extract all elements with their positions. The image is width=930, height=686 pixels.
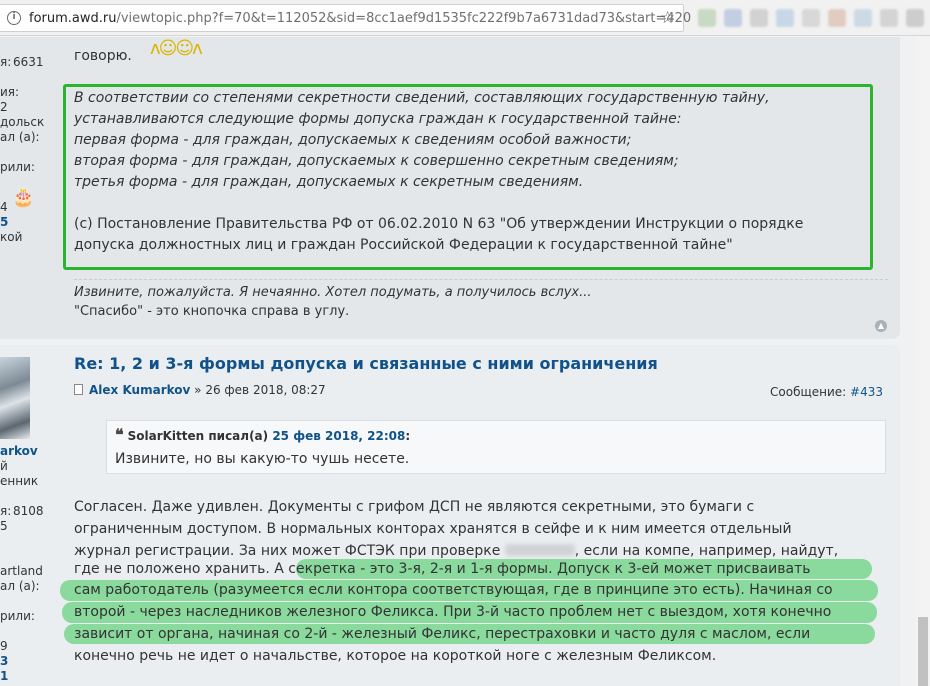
profile-rank: енник bbox=[0, 474, 39, 488]
profile-field: рили: bbox=[0, 609, 35, 623]
source-line: допуска должностных лиц и граждан Россий… bbox=[74, 237, 733, 253]
browser-toolbar: i forum.awd.ru/viewtopic.php?f=70&t=1120… bbox=[0, 0, 930, 36]
extension-icon[interactable] bbox=[854, 9, 872, 27]
post-body-line: ограниченным доступом. В нормальных конт… bbox=[74, 521, 792, 537]
quote-line: третья форма - для граждан, допускаемых … bbox=[74, 174, 584, 190]
profile-field: 2 bbox=[0, 100, 8, 114]
post-body-line: второй - через наследников железного Фел… bbox=[74, 604, 832, 620]
signature-divider bbox=[74, 279, 888, 280]
signature-line: Извините, пожалуйста. Я нечаянно. Хотел … bbox=[74, 285, 592, 300]
quote-line: первая форма - для граждан, допускаемых … bbox=[74, 132, 632, 148]
profile-posts-value: 8108 bbox=[13, 504, 44, 518]
profile-posts-label: я: bbox=[0, 504, 12, 518]
back-to-top-icon[interactable]: ▲ bbox=[875, 320, 887, 332]
post-body-line: где не положено хранить. А секретка - эт… bbox=[74, 561, 811, 577]
quote-header: ❝ SolarKitten писал(а) 25 фев 2018, 22:08… bbox=[115, 427, 410, 444]
profile-link[interactable]: 1 bbox=[0, 669, 8, 684]
message-number: Сообщение: #433 bbox=[770, 385, 883, 400]
forum-page: я: 6631 ия: 2 дольск ал (а): рили: 4 🎂 5… bbox=[0, 37, 930, 686]
url-text[interactable]: forum.awd.ru/viewtopic.php?f=70&t=112052… bbox=[29, 11, 691, 27]
profile-field: рили: bbox=[0, 160, 35, 174]
profile-field: artland bbox=[0, 564, 43, 578]
scrollbar-thumb[interactable] bbox=[918, 617, 928, 686]
extension-icon[interactable] bbox=[828, 9, 846, 27]
profile-username[interactable]: arkov bbox=[0, 444, 38, 459]
post-title[interactable]: Re: 1, 2 и 3-я формы допуска и связанные… bbox=[74, 354, 658, 374]
post-author[interactable]: Alex Kumarkov bbox=[89, 383, 190, 397]
post-body-line: сам работодатель (разумеется если контор… bbox=[74, 582, 833, 598]
extension-icon[interactable] bbox=[802, 9, 820, 27]
profile-field: кой bbox=[0, 230, 23, 244]
quote-line: устанавливаются следующие формы допуска … bbox=[74, 111, 682, 127]
message-label: Сообщение: bbox=[770, 385, 847, 399]
profile-link[interactable]: 5 bbox=[0, 215, 8, 230]
message-number-link[interactable]: #433 bbox=[850, 385, 883, 399]
avatar[interactable] bbox=[0, 357, 30, 439]
quote-colon: : bbox=[405, 429, 411, 443]
profile-rank: й bbox=[0, 459, 8, 473]
post-body-line: конечно речь не идет о начальстве, котор… bbox=[74, 648, 717, 664]
redacted-word bbox=[504, 544, 575, 556]
profile-field: 4 bbox=[0, 200, 8, 214]
profile-link[interactable]: 3 bbox=[0, 654, 8, 669]
page-scrollbar[interactable] bbox=[916, 37, 930, 686]
birthday-cake-icon: 🎂 bbox=[12, 187, 35, 208]
quote-author: SolarKitten писал(а) bbox=[127, 429, 269, 443]
post-previous: я: 6631 ия: 2 дольск ал (а): рили: 4 🎂 5… bbox=[0, 37, 900, 339]
quote-date-link[interactable]: 25 фев 2018, 22:08 bbox=[272, 429, 405, 443]
quote-text: Извините, но вы какую-то чушь несете. bbox=[115, 451, 410, 467]
quote-line: В соответствии со степенями секретности … bbox=[74, 90, 770, 106]
profile-field: ал (а): bbox=[0, 579, 40, 593]
profile-field: дольск bbox=[0, 115, 45, 129]
quote-mark-icon: ❝ bbox=[115, 425, 124, 444]
quote-line: вторая форма - для граждан, допускаемых … bbox=[74, 153, 679, 169]
post-meta: Alex Kumarkov » 26 фев 2018, 08:27 bbox=[74, 383, 326, 398]
profile-posts-label: я: bbox=[0, 55, 12, 69]
address-bar[interactable]: i forum.awd.ru/viewtopic.php?f=70&t=1120… bbox=[0, 4, 691, 32]
signature-line: "Спасибо" - это кнопочка справа в углу. bbox=[74, 304, 350, 319]
quote-block: ❝ SolarKitten писал(а) 25 фев 2018, 22:08… bbox=[106, 420, 886, 474]
bookmark-star-icon[interactable]: ☆ bbox=[660, 9, 675, 27]
profile-field: 9 bbox=[0, 639, 8, 653]
extension-icon[interactable] bbox=[750, 9, 768, 27]
profile-field: ал (а): bbox=[0, 130, 40, 144]
post-body-line: зависит от органа, начиная со 2-й - желе… bbox=[74, 626, 811, 642]
post-body-line: Согласен. Даже удивлен. Документы с гриф… bbox=[74, 499, 755, 515]
post-date: » 26 фев 2018, 08:27 bbox=[194, 383, 326, 397]
info-icon[interactable]: i bbox=[7, 11, 21, 25]
profile-posts-value: 6631 bbox=[13, 55, 44, 69]
extension-icon[interactable] bbox=[906, 9, 924, 27]
extension-icon[interactable] bbox=[776, 9, 794, 27]
profile-field: ия: bbox=[0, 85, 20, 99]
smiley-icon: ʌ☺☺ʌ bbox=[150, 38, 203, 59]
post-icon[interactable] bbox=[74, 384, 83, 395]
post-intro-text: говорю. bbox=[74, 48, 132, 64]
profile-field: 5 bbox=[0, 519, 8, 533]
extension-icon[interactable] bbox=[880, 9, 898, 27]
extension-icon[interactable] bbox=[698, 9, 716, 27]
extension-icon[interactable] bbox=[724, 9, 742, 27]
source-line: (c) Постановление Правительства РФ от 06… bbox=[74, 216, 804, 232]
